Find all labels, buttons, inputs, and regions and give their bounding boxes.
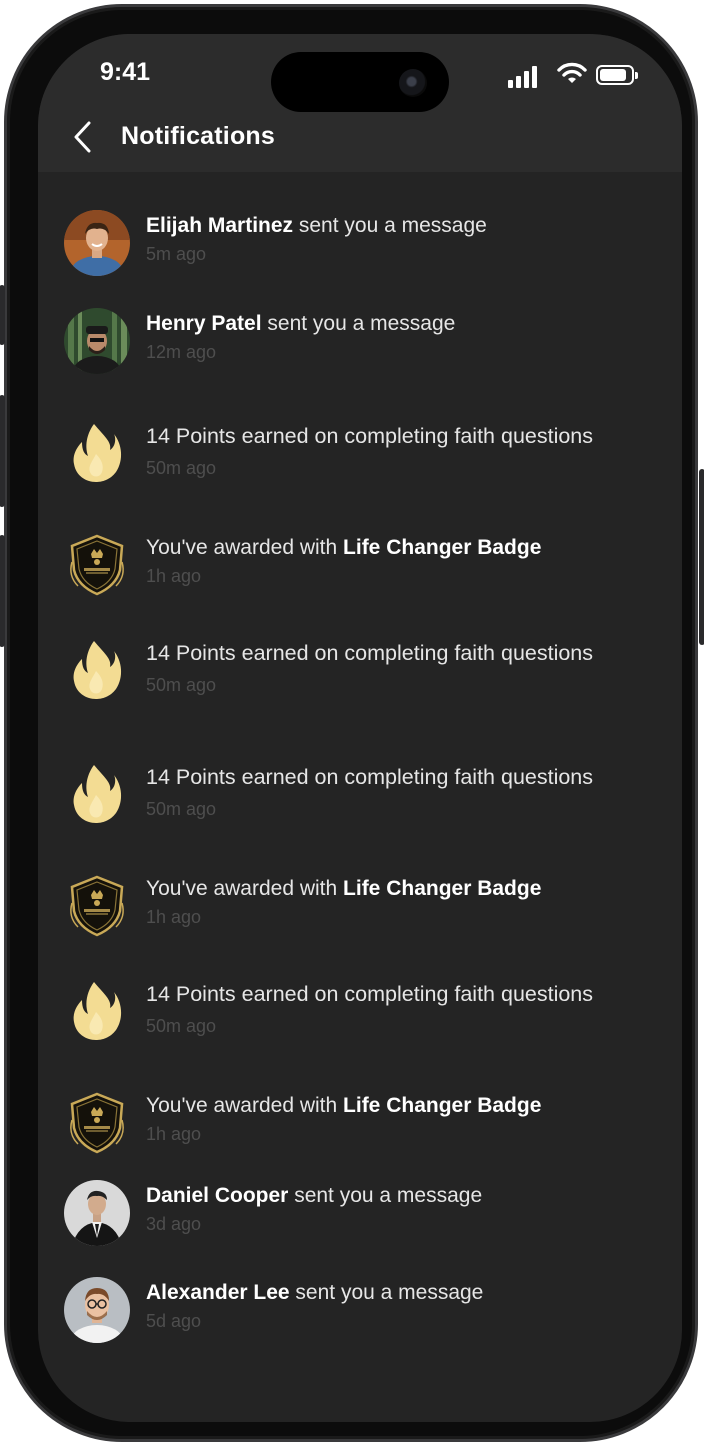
notification-text: You've awarded with Life Changer Badge [146, 1094, 542, 1117]
notification-time: 1h ago [146, 907, 202, 927]
wifi-icon [557, 62, 587, 83]
notification-time: 3d ago [146, 1214, 202, 1234]
notification-text: 14 Points earned on completing faith que… [146, 424, 594, 448]
notification-text: Daniel Cooper sent you a message [146, 1184, 483, 1207]
notification-time: 5d ago [146, 1311, 202, 1331]
avatar [64, 210, 130, 276]
notification-time: 50m ago [146, 458, 217, 478]
notification-text: Alexander Lee sent you a message [146, 1281, 484, 1304]
avatar [64, 308, 130, 374]
notification-time: 1h ago [146, 1124, 202, 1144]
flame-icon [73, 641, 122, 699]
shield-badge-icon [70, 1092, 124, 1154]
dynamic-island [271, 52, 449, 112]
camera-icon [399, 69, 427, 97]
notification-time: 1h ago [146, 566, 202, 586]
badge-name: Life Changer Badge [343, 877, 542, 900]
notification-time: 12m ago [146, 342, 217, 362]
avatar [64, 1180, 130, 1246]
notification-text: 14 Points earned on completing faith que… [146, 765, 594, 789]
back-chevron-icon[interactable] [72, 120, 94, 154]
status-time: 9:41 [100, 58, 151, 86]
side-button-volume-up [0, 395, 5, 507]
notification-text: 14 Points earned on completing faith que… [146, 641, 594, 665]
battery-icon [596, 65, 638, 85]
flame-icon [73, 982, 122, 1040]
badge-name: Life Changer Badge [343, 536, 542, 559]
status-icons [508, 62, 638, 88]
flame-icon [73, 424, 122, 482]
page-title: Notifications [121, 122, 275, 150]
badge-name: Life Changer Badge [343, 1094, 542, 1117]
flame-icon [73, 765, 122, 823]
notification-text: 14 Points earned on completing faith que… [146, 982, 594, 1006]
notification-text: Henry Patel sent you a message [146, 312, 456, 335]
sender-name: Elijah Martinez [146, 214, 294, 237]
phone-frame: 9:41 Notifications Elijah Martinez sent … [0, 4, 704, 1442]
notification-time: 5m ago [146, 244, 207, 264]
notification-text: Elijah Martinez sent you a message [146, 214, 487, 237]
side-button-action [0, 285, 5, 345]
shield-badge-icon [70, 534, 124, 596]
screen: 9:41 Notifications Elijah Martinez sent … [38, 34, 682, 1422]
notification-text: You've awarded with Life Changer Badge [146, 877, 542, 900]
header-bar: 9:41 Notifications [38, 34, 682, 172]
sender-name: Henry Patel [146, 312, 262, 335]
notification-time: 50m ago [146, 1016, 217, 1036]
avatar [64, 1277, 130, 1343]
notification-text: You've awarded with Life Changer Badge [146, 536, 542, 559]
sender-name: Daniel Cooper [146, 1184, 289, 1207]
sender-name: Alexander Lee [146, 1281, 290, 1304]
side-button-volume-down [0, 535, 5, 647]
side-button-power [699, 469, 704, 645]
shield-badge-icon [70, 875, 124, 937]
notification-time: 50m ago [146, 799, 217, 819]
notification-time: 50m ago [146, 675, 217, 695]
